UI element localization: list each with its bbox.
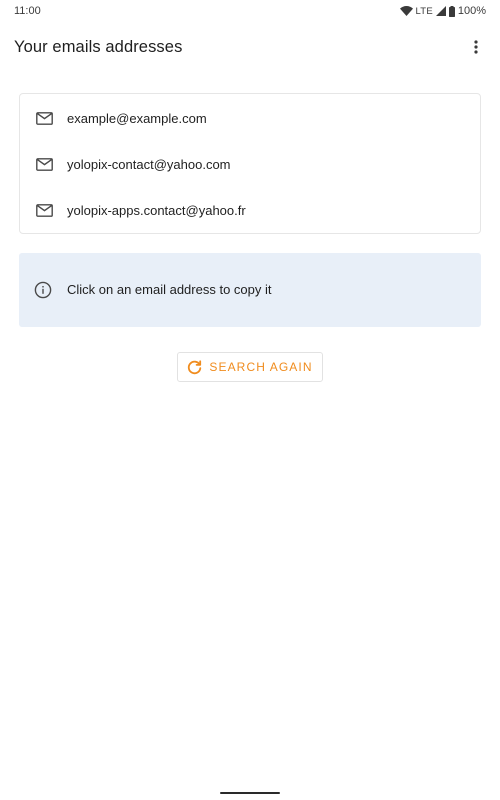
- status-icons: LTE 100%: [399, 5, 486, 17]
- battery-icon: [448, 5, 455, 17]
- status-bar: 11:00 LTE 100%: [0, 0, 500, 22]
- search-again-button[interactable]: SEARCH AGAIN: [177, 352, 323, 382]
- signal-icon: [435, 6, 446, 16]
- search-again-label: SEARCH AGAIN: [209, 360, 313, 374]
- email-address: yolopix-contact@yahoo.com: [67, 156, 231, 172]
- wifi-icon: [399, 6, 413, 16]
- refresh-icon: [187, 359, 202, 375]
- mail-icon: [35, 111, 53, 125]
- network-type: LTE: [415, 5, 433, 17]
- email-list-item[interactable]: example@example.com: [20, 95, 480, 141]
- battery-level: 100%: [457, 5, 486, 17]
- mail-icon: [35, 203, 53, 217]
- info-icon: [34, 281, 52, 299]
- info-text: Click on an email address to copy it: [67, 282, 272, 297]
- status-time: 11:00: [14, 5, 41, 17]
- email-list-item[interactable]: yolopix-apps.contact@yahoo.fr: [20, 187, 480, 233]
- email-address: yolopix-apps.contact@yahoo.fr: [67, 202, 246, 218]
- screen: 11:00 LTE 100% Your emails addresses exa…: [0, 0, 500, 800]
- email-list-item[interactable]: yolopix-contact@yahoo.com: [20, 141, 480, 187]
- email-list-card: example@example.com yolopix-contact@yaho…: [19, 93, 481, 234]
- more-vert-icon[interactable]: [466, 35, 486, 59]
- page-title: Your emails addresses: [14, 37, 183, 56]
- home-indicator[interactable]: [220, 792, 280, 794]
- email-address: example@example.com: [67, 110, 207, 126]
- app-bar: Your emails addresses: [0, 24, 500, 70]
- mail-icon: [35, 157, 53, 171]
- info-banner: Click on an email address to copy it: [19, 253, 481, 327]
